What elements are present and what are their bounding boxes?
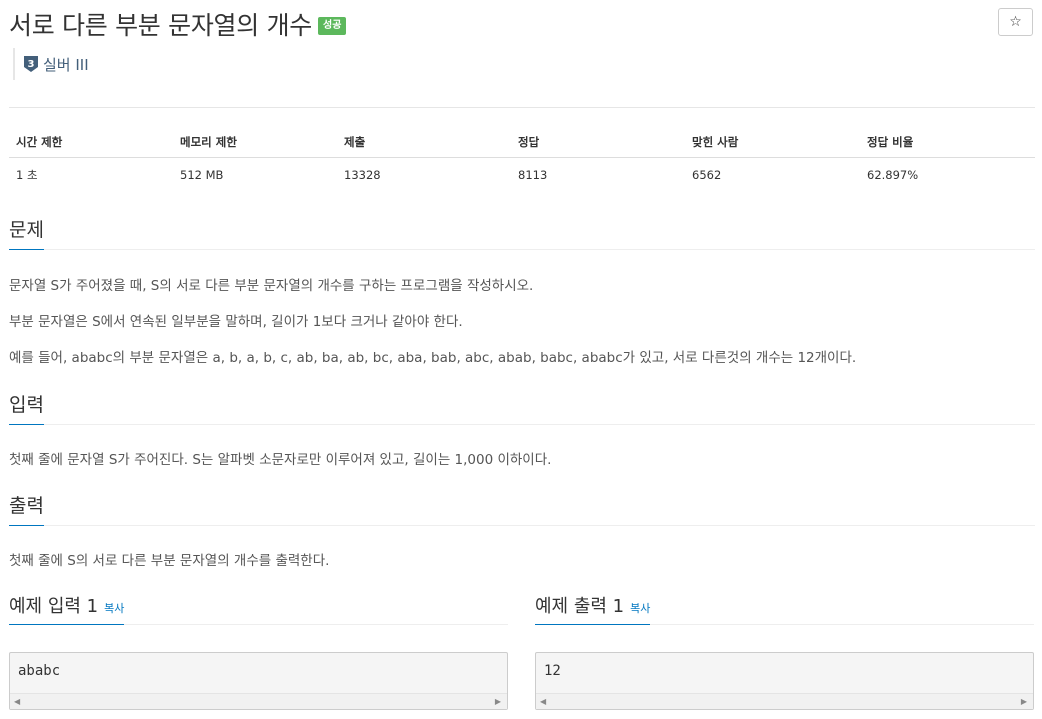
accept-ratio-value: 62.897% [867,167,919,182]
star-icon: ☆ [1009,14,1022,30]
input-paragraph: 첫째 줄에 문자열 S가 주어진다. S는 알파벳 소문자로만 이루어져 있고,… [9,452,552,468]
title-row: 서로 다른 부분 문자열의 개수 성공 [9,8,347,40]
input-headline: 입력 [9,394,44,425]
accepted-value: 8113 [518,167,548,182]
sample-output-box[interactable]: 12 ◀ ▶ [535,652,1034,710]
tier-row: 3 실버 III [13,48,89,80]
scroll-right-icon[interactable]: ▶ [495,695,501,709]
info-value-row: 1 초 512 MB 13328 8113 6562 62.897% [9,158,1035,192]
memory-limit-value: 512 MB [180,167,224,182]
submissions-value: 13328 [344,167,381,182]
problem-info-table: 시간 제한 메모리 제한 제출 정답 맞힌 사람 정답 비율 1 초 512 M… [9,127,1035,191]
output-headline: 출력 [9,495,44,526]
output-section-header: 출력 [9,495,1035,526]
tier-level: 3 [28,59,35,70]
header-accepted: 정답 [511,127,685,158]
sample-output-panel: 예제 출력 1 복사 12 ◀ ▶ [535,596,1034,710]
tier-name[interactable]: 실버 III [43,54,89,75]
sample-input-content: ababc [18,663,61,679]
problem-section-header: 문제 [9,219,1035,250]
sample-output-title: 예제 출력 1 복사 [535,596,651,625]
header-memory-limit: 메모리 제한 [173,127,337,158]
header-accept-ratio: 정답 비율 [860,127,1035,158]
horizontal-scrollbar[interactable]: ◀ ▶ [10,693,507,709]
silver-tier-badge-icon: 3 [24,56,38,72]
info-header-row: 시간 제한 메모리 제한 제출 정답 맞힌 사람 정답 비율 [9,127,1035,158]
sample-input-title: 예제 입력 1 복사 [9,596,125,625]
input-section-header: 입력 [9,394,1035,425]
problem-paragraph: 부분 문자열은 S에서 연속된 일부분을 말하며, 길이가 1보다 크거나 같아… [9,314,463,330]
copy-output-link[interactable]: 복사 [630,602,650,615]
header-submissions: 제출 [337,127,511,158]
solvers-value: 6562 [692,167,722,182]
horizontal-scrollbar[interactable]: ◀ ▶ [536,693,1033,709]
section-divider [9,524,1035,526]
header-solvers: 맞힌 사람 [685,127,860,158]
sample-output-label: 예제 출력 1 [535,596,625,617]
sample-input-panel: 예제 입력 1 복사 ababc ◀ ▶ [9,596,508,710]
time-limit-value: 1 초 [16,167,38,182]
star-button[interactable]: ☆ [998,8,1033,36]
scroll-left-icon[interactable]: ◀ [14,695,20,709]
scroll-left-icon[interactable]: ◀ [540,695,546,709]
sample-input-label: 예제 입력 1 [9,596,99,617]
sample-input-box[interactable]: ababc ◀ ▶ [9,652,508,710]
problem-headline: 문제 [9,219,44,250]
problem-paragraph: 예를 들어, ababc의 부분 문자열은 a, b, a, b, c, ab,… [9,350,857,366]
divider [9,107,1035,108]
section-divider [9,248,1035,250]
scroll-right-icon[interactable]: ▶ [1021,695,1027,709]
section-divider [9,423,1035,425]
page-title: 서로 다른 부분 문자열의 개수 [9,11,312,40]
status-badge: 성공 [318,17,347,35]
header-time-limit: 시간 제한 [9,127,173,158]
copy-input-link[interactable]: 복사 [104,602,124,615]
problem-paragraph: 문자열 S가 주어졌을 때, S의 서로 다른 부분 문자열의 개수를 구하는 … [9,278,534,294]
sample-output-content: 12 [544,663,561,679]
output-paragraph: 첫째 줄에 S의 서로 다른 부분 문자열의 개수를 출력한다. [9,553,330,569]
